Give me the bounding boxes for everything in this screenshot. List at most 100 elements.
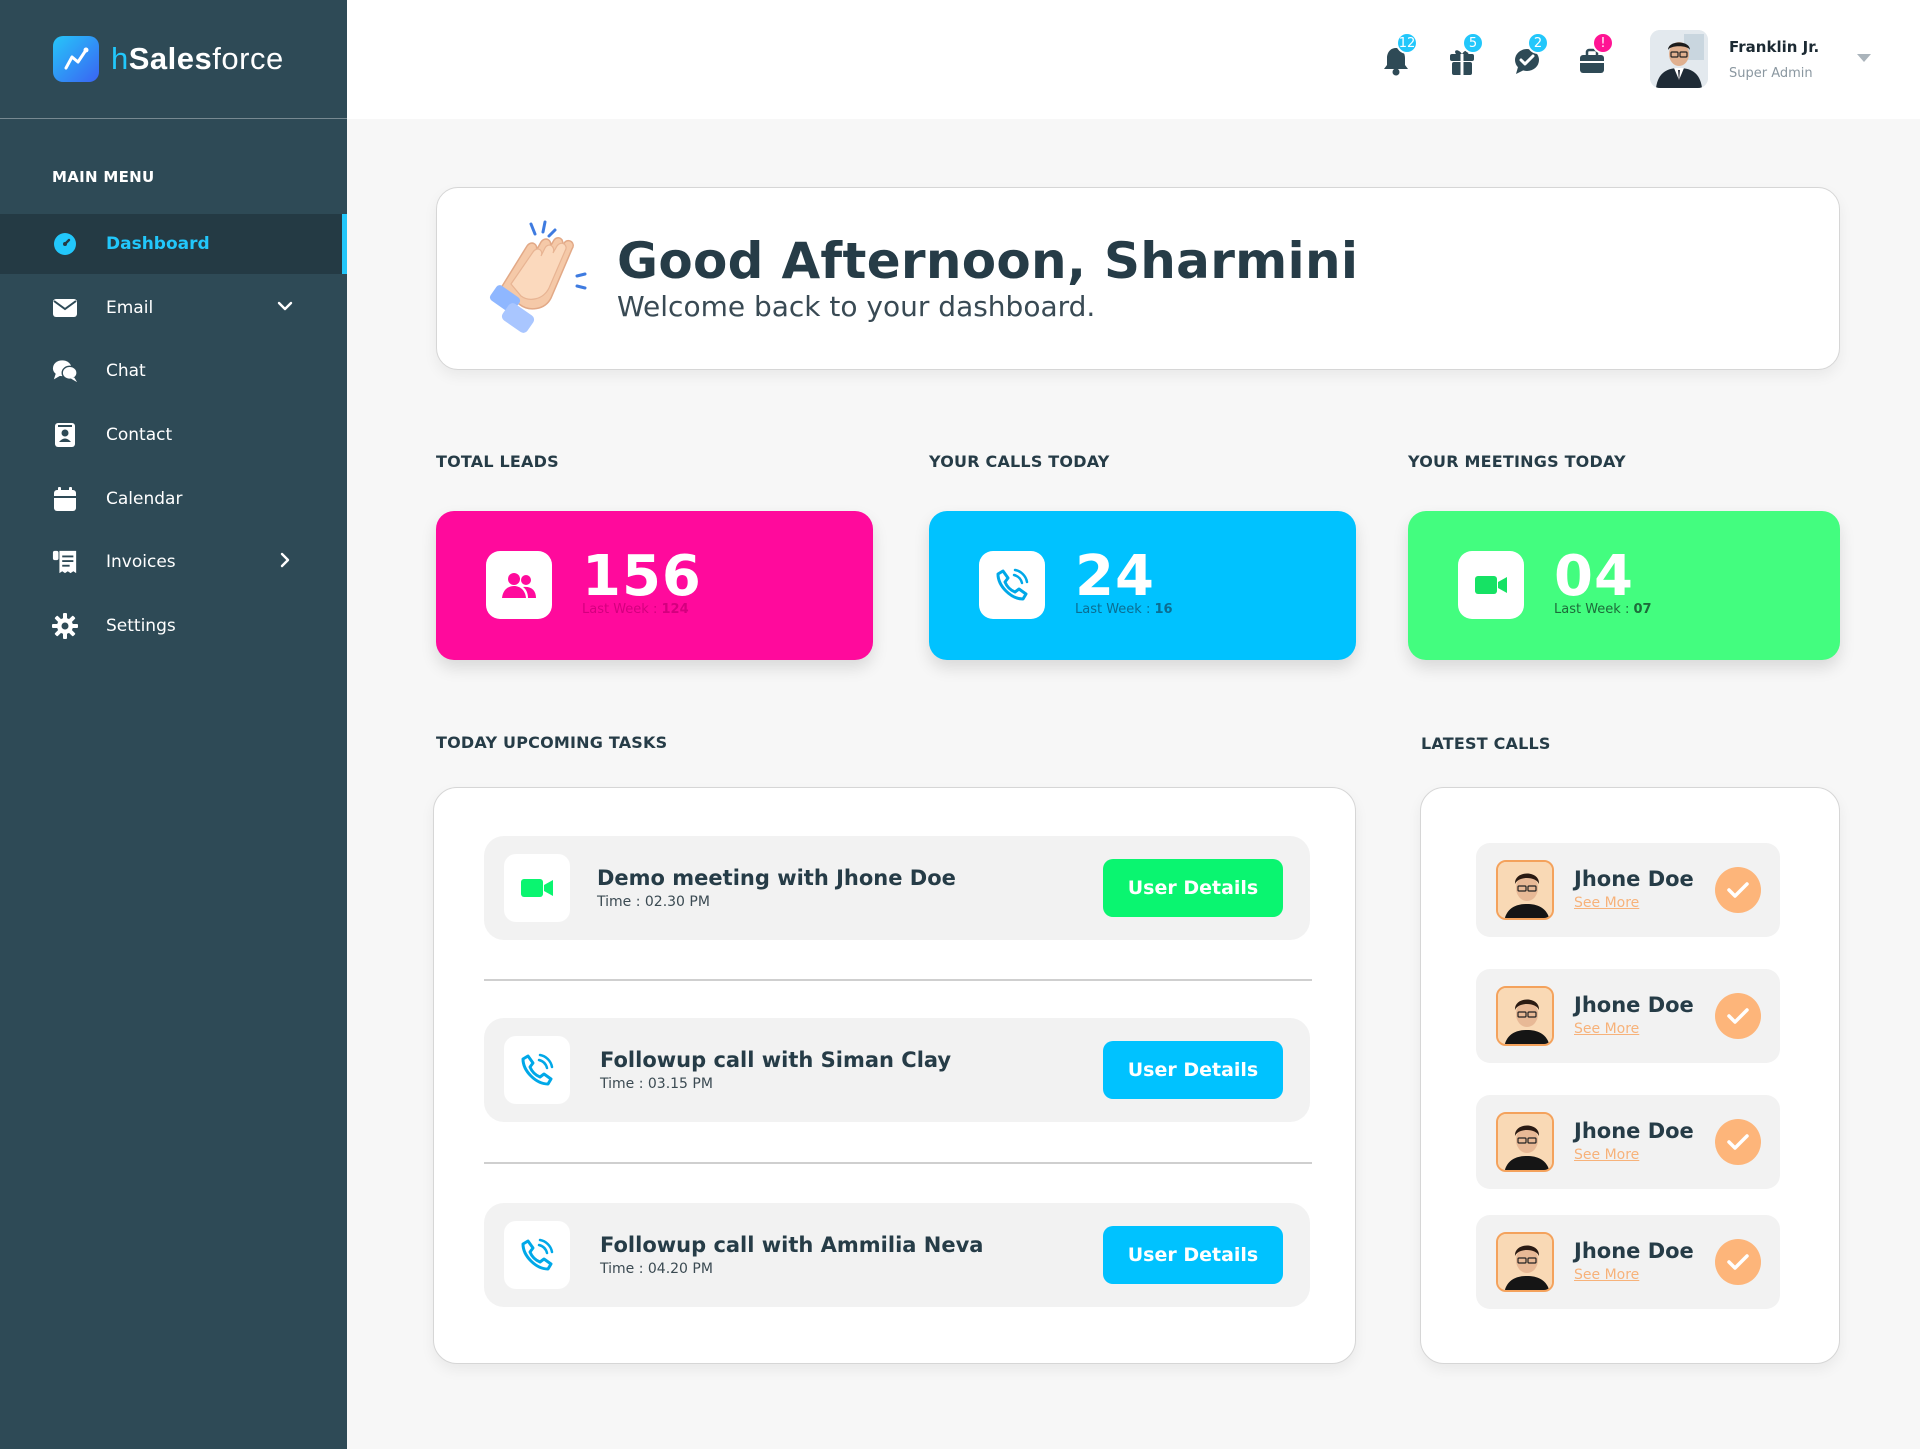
check-icon[interactable] (1715, 867, 1761, 913)
stat-title-calls: YOUR CALLS TODAY (929, 452, 1110, 471)
brand-logo[interactable]: hSalesforce (53, 36, 284, 82)
welcome-card: Good Afternoon, Sharmini Welcome back to… (436, 187, 1840, 370)
sidebar-item-email[interactable]: Email (0, 278, 347, 338)
alert-badge: ! (1592, 32, 1614, 54)
sidebar-item-label: Email (106, 297, 154, 318)
user-details-button[interactable]: User Details (1103, 1041, 1283, 1099)
notifications-button[interactable]: 12 (1382, 32, 1418, 76)
task-time: Time : 03.15 PM (600, 1076, 713, 1092)
sidebar-item-label: Settings (106, 616, 176, 637)
notification-badge: 5 (1462, 32, 1484, 54)
messages-button[interactable]: 2 (1513, 32, 1549, 76)
sidebar-item-settings[interactable]: Settings (0, 596, 347, 656)
sidebar-item-invoices[interactable]: Invoices (0, 532, 347, 592)
call-item: Jhone Doe See More (1476, 1095, 1780, 1189)
task-title: Followup call with Ammilia Neva (600, 1233, 984, 1257)
gift-icon (1448, 50, 1476, 80)
caller-name: Jhone Doe (1574, 867, 1694, 891)
task-title: Demo meeting with Jhone Doe (597, 866, 956, 890)
see-more-link[interactable]: See More (1574, 1147, 1639, 1163)
user-role: Super Admin (1729, 66, 1813, 81)
task-divider (484, 1162, 1312, 1164)
gifts-button[interactable]: 5 (1448, 32, 1484, 76)
sidebar: hSalesforce MAIN MENU Dashboard Email Ch… (0, 0, 347, 1449)
users-icon (486, 551, 552, 619)
caller-name: Jhone Doe (1574, 993, 1694, 1017)
brand-name: hSalesforce (111, 41, 284, 76)
chat-check-icon (1513, 49, 1541, 80)
sidebar-item-chat[interactable]: Chat (0, 341, 347, 401)
user-avatar[interactable] (1650, 30, 1708, 88)
stat-last-week: Last Week : 07 (1554, 602, 1652, 617)
sidebar-item-label: Dashboard (106, 234, 210, 254)
see-more-link[interactable]: See More (1574, 1267, 1639, 1283)
user-name: Franklin Jr. (1729, 38, 1820, 56)
sidebar-item-label: Calendar (106, 488, 183, 509)
tasks-title: TODAY UPCOMING TASKS (436, 733, 668, 752)
calendar-icon (52, 486, 78, 512)
calls-today-card[interactable]: 24 Last Week : 16 (929, 511, 1356, 660)
avatar (1496, 1112, 1554, 1172)
avatar (1496, 1232, 1554, 1292)
see-more-link[interactable]: See More (1574, 895, 1639, 911)
welcome-subtitle: Welcome back to your dashboard. (617, 290, 1096, 323)
avatar (1496, 860, 1554, 920)
email-icon (52, 295, 78, 321)
dashboard-icon (52, 231, 78, 257)
sidebar-item-contact[interactable]: Contact (0, 405, 347, 465)
tasks-button[interactable]: ! (1578, 32, 1614, 76)
tasks-card: Demo meeting with Jhone Doe Time : 02.30… (433, 787, 1356, 1364)
stat-value: 156 (582, 544, 702, 609)
invoice-icon (52, 549, 78, 575)
sidebar-item-calendar[interactable]: Calendar (0, 469, 347, 529)
stat-title-leads: TOTAL LEADS (436, 452, 559, 471)
check-icon[interactable] (1715, 1119, 1761, 1165)
sidebar-item-label: Invoices (106, 552, 176, 573)
task-time: Time : 04.20 PM (600, 1261, 713, 1277)
stat-value: 24 (1075, 544, 1155, 609)
sidebar-item-label: Contact (106, 425, 173, 446)
caller-name: Jhone Doe (1574, 1239, 1694, 1263)
phone-icon (504, 1221, 570, 1289)
total-leads-card[interactable]: 156 Last Week : 124 (436, 511, 873, 660)
bell-icon (1382, 48, 1410, 80)
stat-title-meetings: YOUR MEETINGS TODAY (1408, 452, 1626, 471)
call-item: Jhone Doe See More (1476, 969, 1780, 1063)
check-icon[interactable] (1715, 1239, 1761, 1285)
menu-heading: MAIN MENU (52, 168, 155, 186)
caret-down-icon[interactable] (1857, 54, 1871, 62)
video-icon (1458, 551, 1524, 619)
notification-badge: 12 (1396, 32, 1418, 54)
latest-calls-card: Jhone Doe See More Jhone Doe See More Jh… (1420, 787, 1840, 1364)
meetings-today-card[interactable]: 04 Last Week : 07 (1408, 511, 1840, 660)
task-title: Followup call with Siman Clay (600, 1048, 952, 1072)
briefcase-icon (1578, 48, 1606, 80)
stat-last-week: Last Week : 16 (1075, 602, 1173, 617)
chat-icon (52, 358, 78, 384)
task-item: Followup call with Siman Clay Time : 03.… (484, 1018, 1310, 1122)
phone-icon (979, 551, 1045, 619)
chevron-down-icon[interactable] (275, 296, 295, 316)
sidebar-item-dashboard[interactable]: Dashboard (0, 214, 347, 274)
chart-logo-icon (53, 36, 99, 82)
welcome-title: Good Afternoon, Sharmini (617, 232, 1359, 290)
user-details-button[interactable]: User Details (1103, 859, 1283, 917)
task-item: Followup call with Ammilia Neva Time : 0… (484, 1203, 1310, 1307)
task-divider (484, 979, 1312, 981)
check-icon[interactable] (1715, 993, 1761, 1039)
avatar (1496, 986, 1554, 1046)
caller-name: Jhone Doe (1574, 1119, 1694, 1143)
calls-title: LATEST CALLS (1421, 734, 1551, 753)
sidebar-item-label: Chat (106, 361, 146, 382)
stat-value: 04 (1554, 544, 1634, 609)
main-menu: Dashboard Email Chat Contact Calendar In… (0, 214, 347, 660)
see-more-link[interactable]: See More (1574, 1021, 1639, 1037)
call-item: Jhone Doe See More (1476, 1215, 1780, 1309)
notification-badge: 2 (1527, 32, 1549, 54)
phone-icon (504, 1036, 570, 1104)
sidebar-divider (0, 118, 347, 119)
user-details-button[interactable]: User Details (1103, 1226, 1283, 1284)
call-item: Jhone Doe See More (1476, 843, 1780, 937)
chevron-right-icon[interactable] (275, 550, 295, 570)
clapping-hands-icon (481, 218, 591, 338)
